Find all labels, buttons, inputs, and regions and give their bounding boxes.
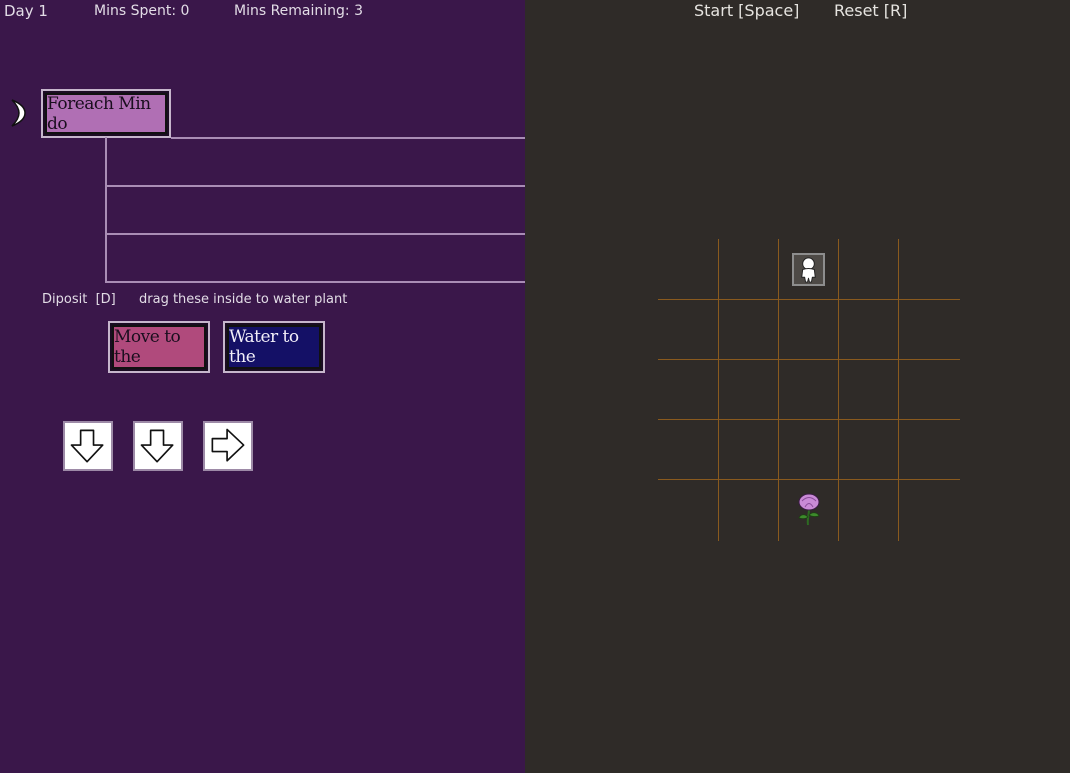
move-to-block[interactable]: Move to the [108,321,210,373]
right-arrow-icon [211,428,245,462]
start-button[interactable]: Start [Space] [694,1,799,20]
grid-line-v [718,239,719,541]
mins-remaining-counter: Mins Remaining: 3 [234,3,364,19]
slot-divider [105,281,525,283]
loop-slot-2[interactable] [107,187,525,233]
down-arrow-icon [70,429,104,463]
day-counter: Day 1 [4,2,48,20]
program-panel: Day 1 Mins Spent: 0 Mins Remaining: 3 Fo… [0,0,525,773]
grid-line-h [658,359,960,360]
deposit-label: Diposit [D] [42,292,116,307]
water-block-label: Water to the [227,325,321,369]
water-to-block[interactable]: Water to the [223,321,325,373]
loop-slot-1[interactable] [107,139,525,185]
robot-character [792,253,825,286]
right-arrow-tile[interactable] [203,421,253,471]
grid-line-h [658,299,960,300]
down-arrow-icon [140,429,174,463]
down-arrow-tile[interactable] [133,421,183,471]
grid-line-v [898,239,899,541]
robot-icon [801,257,816,283]
board-panel: Start [Space] Reset [R] [525,0,1070,773]
reset-button[interactable]: Reset [R] [834,1,907,20]
move-block-label: Move to the [112,325,206,369]
flower-icon [798,493,820,526]
loop-block-label: Foreach Min do [45,93,167,134]
plant-flower [794,491,824,527]
down-arrow-tile[interactable] [63,421,113,471]
foreach-min-loop-block[interactable]: Foreach Min do [41,89,171,138]
grid-line-h [658,479,960,480]
drag-hint-text: drag these inside to water plant [139,292,348,307]
grid-line-v [778,239,779,541]
grid-line-h [658,419,960,420]
loop-slot-3[interactable] [107,235,525,281]
grid-line-v [838,239,839,541]
mins-spent-counter: Mins Spent: 0 [94,3,190,19]
execution-pointer-icon [8,98,32,128]
